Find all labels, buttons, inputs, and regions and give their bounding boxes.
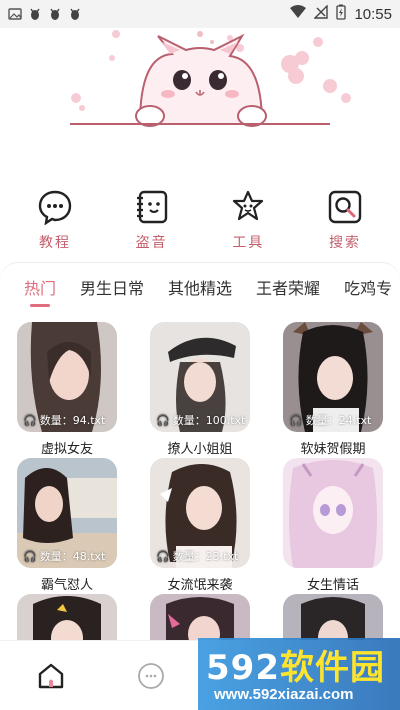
category-label: 搜索: [328, 235, 361, 251]
card-thumbnail: 🎧 数量：48.txt: [17, 458, 117, 568]
voice-pack-card[interactable]: 🎧 数量：100.txt 撩人小姐姐: [150, 322, 250, 457]
card-title: 虚拟女友: [40, 442, 93, 457]
nav-home[interactable]: [36, 661, 66, 691]
card-thumbnail: 🎧 数量：24.txt: [283, 322, 383, 432]
voice-pack-card[interactable]: [17, 594, 117, 640]
headphones-icon: 🎧: [23, 413, 37, 427]
card-count: 🎧 数量：94.txt: [23, 413, 106, 428]
tab-pubg[interactable]: 吃鸡专: [344, 275, 392, 299]
category-search[interactable]: 搜索: [323, 188, 367, 252]
wifi-icon: [290, 5, 307, 23]
card-thumbnail: 🎧 数量：100.txt: [150, 322, 250, 432]
voice-pack-card[interactable]: 🎧 数量：23.txt 女流氓来袭: [150, 458, 250, 593]
category-label: 教程: [39, 235, 71, 251]
image-icon: [8, 7, 22, 21]
card-count: 🎧 数量：100.txt: [156, 413, 246, 428]
voice-pack-card[interactable]: 女生情话: [283, 458, 383, 593]
star-face-icon: [230, 188, 266, 226]
category-bar: 教程 盗音 工具 搜索: [0, 188, 400, 252]
watermark-number: 592: [206, 648, 280, 688]
voice-pack-card[interactable]: 🎧 数量：94.txt 虚拟女友: [17, 322, 117, 457]
card-thumbnail: [283, 458, 383, 568]
tab-other-picks[interactable]: 其他精选: [168, 275, 232, 299]
no-signal-icon: [313, 4, 329, 23]
tab-honor-of-kings[interactable]: 王者荣耀: [256, 275, 320, 299]
headphones-icon: 🎧: [289, 413, 303, 427]
watermark-brand: 软件园: [279, 648, 385, 688]
bug-icon: [48, 7, 62, 21]
clock-time: 10:55: [354, 5, 392, 23]
voice-pack-card[interactable]: [150, 594, 250, 640]
card-title: 女生情话: [306, 578, 359, 593]
tab-hot[interactable]: 热门: [24, 275, 56, 307]
category-tutorial[interactable]: 教程: [33, 188, 77, 252]
header-banner: [0, 28, 400, 140]
category-tools[interactable]: 工具: [226, 188, 270, 252]
chat-bubble-icon: [136, 663, 166, 695]
chat-icon: [37, 188, 73, 226]
category-label: 工具: [232, 235, 265, 251]
voice-pack-grid: 🎧 数量：94.txt 虚拟女友 🎧 数量：100.txt 撩人小姐姐 🎧 数量：24…: [0, 320, 400, 640]
home-icon: [36, 663, 66, 695]
card-thumbnail: [17, 594, 117, 640]
card-thumbnail: 🎧 数量：94.txt: [17, 322, 117, 432]
category-label: 盗音: [135, 235, 168, 251]
card-count: 🎧 数量：23.txt: [156, 549, 239, 564]
voice-pack-card[interactable]: 🎧 数量：48.txt 霸气怼人: [17, 458, 117, 593]
headphones-icon: 🎧: [156, 413, 170, 427]
watermark-url: www.592xiazai.com: [214, 686, 354, 703]
bug-icon: [28, 7, 42, 21]
tab-bar: 热门 男生日常 其他精选 王者荣耀 吃鸡专: [0, 262, 400, 314]
headphones-icon: 🎧: [156, 549, 170, 563]
card-title: 霸气怼人: [40, 578, 93, 593]
tab-boys-daily[interactable]: 男生日常: [80, 275, 144, 299]
nav-messages[interactable]: [136, 661, 166, 691]
bug-icon: [68, 7, 82, 21]
battery-icon: [336, 4, 347, 24]
voice-pack-card[interactable]: 🎧 数量：24.txt 软妹贺假期: [283, 322, 383, 457]
voice-pack-card[interactable]: [283, 594, 383, 640]
category-audio[interactable]: 盗音: [130, 188, 174, 252]
headphones-icon: 🎧: [23, 549, 37, 563]
status-bar: 10:55: [0, 0, 400, 28]
card-title: 撩人小姐姐: [167, 442, 233, 457]
notebook-icon: [134, 188, 170, 226]
watermark-logo: 592软件园 www.592xiazai.com: [198, 638, 400, 710]
card-count: 🎧 数量：24.txt: [289, 413, 372, 428]
search-icon: [327, 188, 363, 226]
card-thumbnail: [283, 594, 383, 640]
card-thumbnail: 🎧 数量：23.txt: [150, 458, 250, 568]
card-thumbnail: [150, 594, 250, 640]
card-count: 🎧 数量：48.txt: [23, 549, 106, 564]
card-title: 软妹贺假期: [300, 442, 366, 457]
card-title: 女流氓来袭: [167, 578, 233, 593]
